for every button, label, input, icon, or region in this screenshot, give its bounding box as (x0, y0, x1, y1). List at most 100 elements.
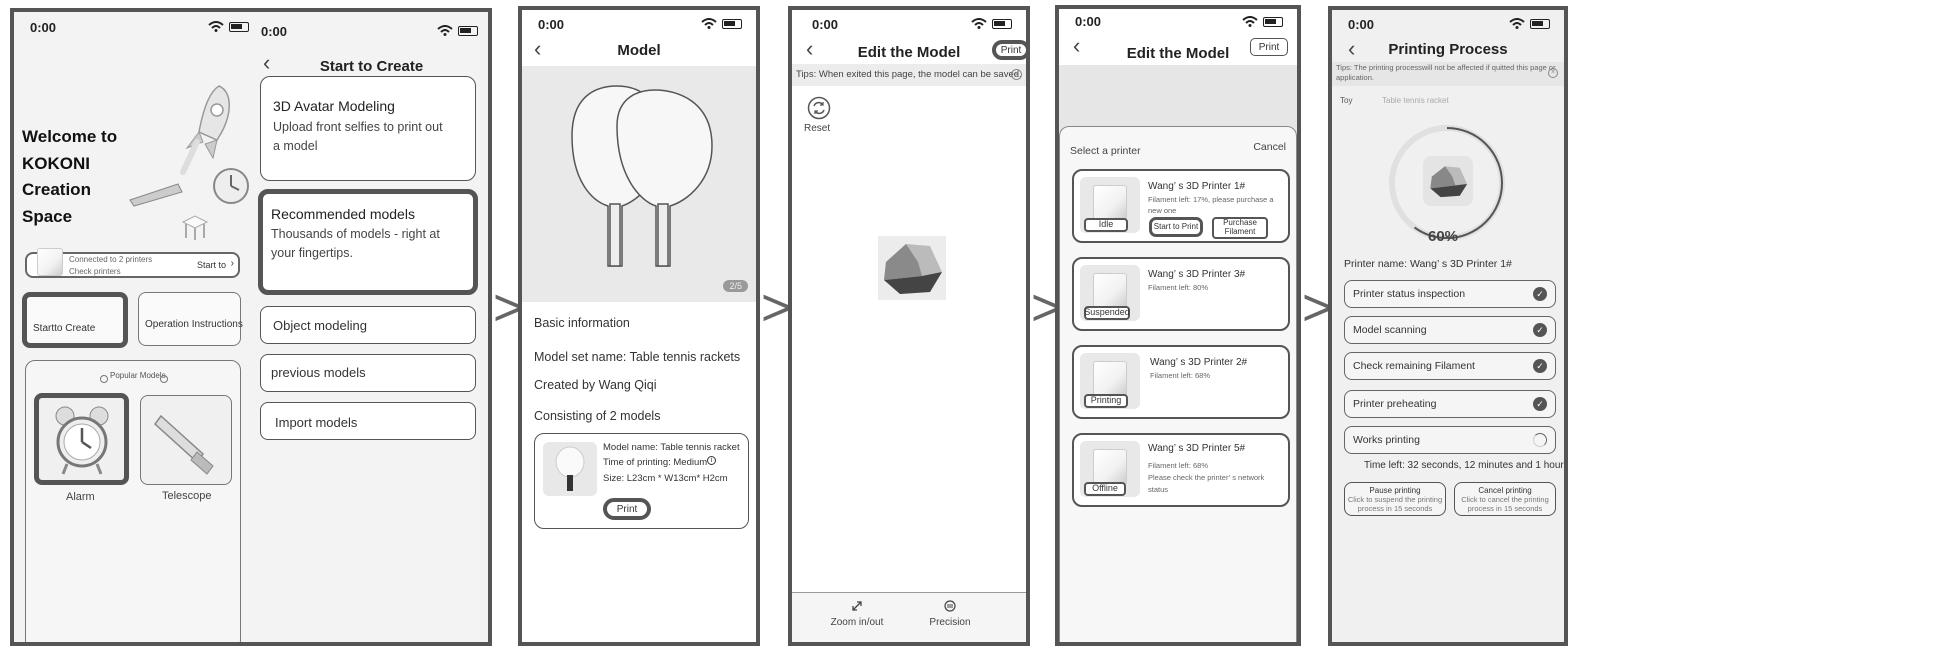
start-to-print-button[interactable]: Start to Print (1149, 217, 1203, 237)
racket-preview-image (571, 85, 713, 267)
screen-model: 0:00 ‹ Model 2/5 Basic information Model… (518, 6, 760, 646)
printer-card[interactable]: Offline Wang’ s 3D Printer 5# Filament l… (1072, 433, 1290, 507)
loading-spinner-icon (1533, 433, 1547, 447)
status-bar: 0:00 (522, 10, 756, 38)
printer-connection-bar[interactable]: Connected to 2 printers Check printers S… (25, 248, 240, 278)
rock-model-icon (884, 244, 942, 294)
model-card-telescope[interactable] (140, 395, 232, 485)
toy-label: Toy (1340, 96, 1353, 105)
print-button[interactable]: Print (992, 40, 1026, 60)
status-time: 0:00 (1348, 17, 1375, 32)
check-printers-link[interactable]: Check printers (69, 267, 121, 276)
print-button[interactable]: Print (603, 498, 651, 520)
popular-models-panel: Popular Models Alarm Telescope (25, 360, 241, 642)
card-3d-avatar[interactable]: 3D Avatar Modeling Upload front selfies … (260, 76, 476, 181)
time-left: Time left: 32 seconds, 12 minutes and 1 … (1364, 460, 1564, 471)
screen-printing-process: 0:00 ‹ Printing Process Tips: The printi… (1328, 6, 1568, 646)
expand-icon (852, 601, 862, 611)
card-title: 3D Avatar Modeling (273, 98, 395, 114)
status-badge: Printing (1084, 394, 1128, 408)
printer-cube-icon (1093, 449, 1127, 485)
printer-name: Printer name: Wang’ s 3D Printer 1# (1344, 258, 1512, 270)
dot-indicator-right (160, 375, 168, 383)
dot-indicator-left (100, 375, 108, 383)
zoom-tool[interactable]: Zoom in/out (822, 599, 892, 628)
printer-info-1: Filament left: 68% (1150, 371, 1211, 380)
telescope-label: Telescope (162, 490, 212, 502)
status-badge: Offline (1084, 482, 1126, 496)
printer-card[interactable]: Suspended Wang’ s 3D Printer 3# Filament… (1072, 257, 1290, 331)
cancel-desc-1: Click to cancel the printing (1461, 495, 1549, 504)
start-create-label: Startto Create (33, 323, 96, 334)
option-label: Object modeling (273, 318, 367, 333)
start-to-link[interactable]: Start to (197, 260, 226, 270)
chevron-right-icon: › (230, 258, 234, 269)
cancel-printing-button[interactable]: Cancel printing Click to cancel the prin… (1454, 482, 1556, 516)
model-thumbnail (1423, 156, 1473, 206)
precision-icon (944, 600, 956, 612)
close-icon[interactable]: × (1011, 69, 1022, 80)
printer-info-1: Filament left: 17%, please purchase a (1148, 195, 1274, 204)
time-of-printing: Time of printing: Medium (603, 457, 708, 468)
printer-card[interactable]: Printing Wang’ s 3D Printer 2# Filament … (1072, 345, 1290, 419)
battery-icon (458, 25, 478, 36)
wifi-icon (208, 21, 224, 32)
printer-sheet: Select a printer Cancel Idle Wang’ s 3D … (1059, 126, 1297, 642)
printer-info-2: new one (1148, 206, 1177, 215)
info-icon[interactable]: i (707, 456, 716, 465)
consisting-of: Consisting of 2 models (534, 409, 661, 423)
status-badge: Idle (1084, 218, 1128, 232)
precision-tool[interactable]: Precision (920, 599, 980, 628)
option-previous-models[interactable]: previous models (260, 354, 476, 392)
page-title: Model (617, 42, 661, 59)
wifi-icon (971, 18, 987, 29)
print-button[interactable]: Print (1250, 38, 1288, 56)
bottom-toolbar: Zoom in/out Precision (792, 592, 1026, 642)
reset-button[interactable]: Reset (804, 96, 840, 136)
card-desc-line2: your fingertips. (271, 246, 353, 260)
flow-arrow-2: > (761, 279, 792, 337)
operation-instructions-label: Operation Instructions (145, 319, 243, 330)
racket-thumbnail-icon (555, 446, 585, 491)
cancel-link[interactable]: Cancel (1253, 141, 1286, 153)
tips-line-2: application. (1336, 73, 1374, 82)
option-object-modeling[interactable]: Object modeling (260, 306, 476, 344)
model-name: Model name: Table tennis racket (603, 442, 740, 453)
card-recommended-models[interactable]: Recommended models Thousands of models -… (258, 189, 478, 295)
model-card-alarm[interactable] (34, 393, 129, 485)
model-canvas[interactable] (878, 236, 946, 300)
model-preview[interactable]: 2/5 (522, 66, 756, 302)
select-printer-title: Select a printer (1070, 145, 1141, 157)
card-desc-line2: a model (273, 139, 318, 153)
rock-model-icon (1430, 166, 1468, 198)
step-label: Works printing (1353, 434, 1420, 446)
status-badge: Suspended (1084, 306, 1130, 320)
status-bar: 0:00 (1332, 10, 1564, 38)
printer-info-3: status (1148, 485, 1169, 492)
start-create-button[interactable]: Startto Create (22, 292, 128, 348)
clock-illustration (213, 168, 249, 204)
battery-icon (1263, 16, 1283, 27)
cancel-desc-2: process in 15 seconds (1467, 504, 1543, 513)
operation-instructions-button[interactable]: Operation Instructions (138, 292, 243, 346)
wifi-icon (437, 25, 453, 36)
frame-home: 0:00 Welcome to KOKONI Creation Space Co… (10, 8, 492, 646)
step-printer-status: Printer status inspection ✓ (1344, 280, 1556, 308)
printer-card[interactable]: Idle Wang’ s 3D Printer 1# Filament left… (1072, 169, 1290, 243)
screen-edit-model: 0:00 ‹ Edit the Model Print Tips: When e… (788, 6, 1030, 646)
toy-value: Table tennis racket (1382, 96, 1449, 105)
option-label: previous models (271, 365, 366, 380)
purchase-filament-button[interactable]: Purchase Filament (1212, 217, 1268, 239)
close-icon[interactable]: × (1548, 68, 1558, 78)
battery-icon (229, 21, 249, 32)
model-thumbnail (543, 442, 597, 496)
screen-start-to-create: 0:00 ‹ Start to Create 3D Avatar Modelin… (251, 12, 488, 642)
step-label: Model scanning (1353, 324, 1427, 336)
printer-cube-icon (1093, 361, 1127, 397)
model-card[interactable]: Model name: Table tennis racket Time of … (534, 433, 749, 529)
pause-printing-button[interactable]: Pause printing Click to suspend the prin… (1344, 482, 1446, 516)
alarm-label: Alarm (66, 491, 95, 503)
printer-cube-icon (1093, 273, 1127, 309)
option-import-models[interactable]: Import models (260, 402, 476, 440)
option-label: Import models (275, 415, 358, 430)
